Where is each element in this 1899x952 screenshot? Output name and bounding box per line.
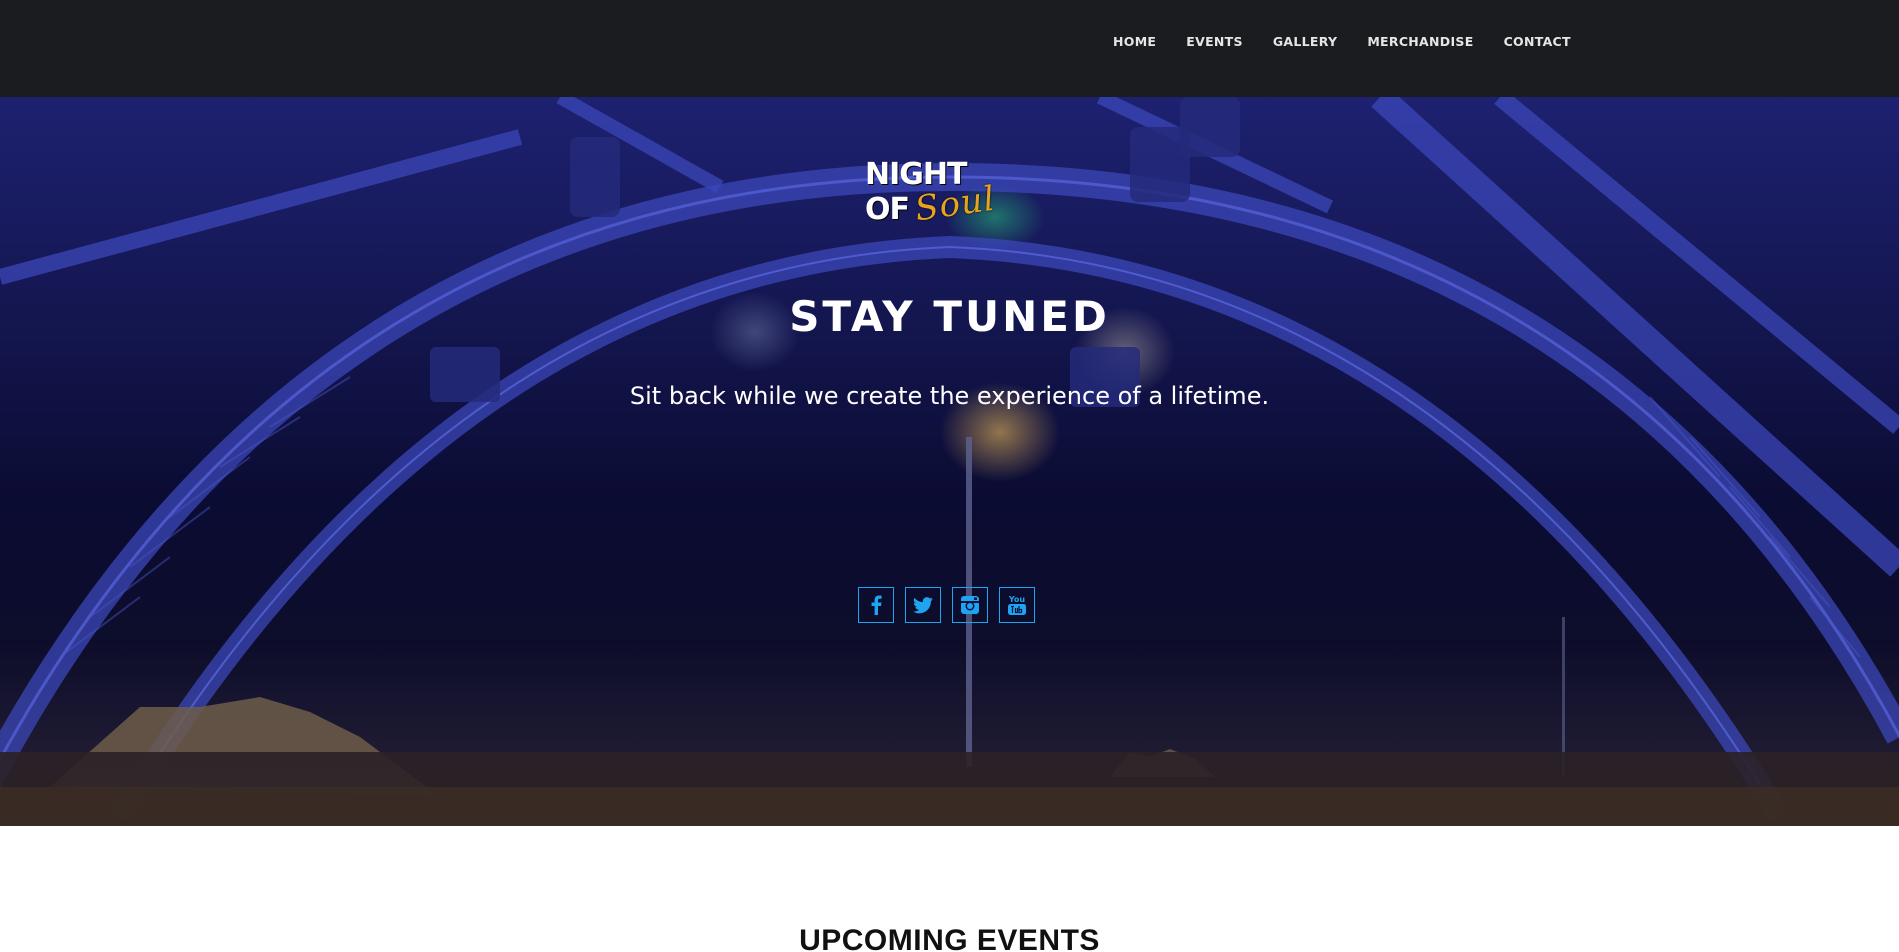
nav-item-events[interactable]: EVENTS <box>1186 34 1243 49</box>
main-nav: HOME EVENTS GALLERY MERCHANDISE CONTACT <box>1113 34 1571 49</box>
top-navbar: HOME EVENTS GALLERY MERCHANDISE CONTACT <box>0 0 1899 97</box>
nav-item-contact[interactable]: CONTACT <box>1504 34 1571 49</box>
social-links: You <box>858 587 1035 623</box>
hero-banner: NIGHT OF Soul STAY TUNED Sit back while … <box>0 97 1899 826</box>
twitter-button[interactable] <box>905 587 941 623</box>
youtube-icon: You <box>1008 595 1026 615</box>
instagram-button[interactable] <box>952 587 988 623</box>
nav-item-merchandise[interactable]: MERCHANDISE <box>1367 34 1473 49</box>
hero-title: STAY TUNED <box>789 292 1110 341</box>
twitter-icon <box>913 596 933 613</box>
youtube-icon-label: You <box>1008 595 1026 604</box>
nav-item-gallery[interactable]: GALLERY <box>1273 34 1338 49</box>
site-logo[interactable]: NIGHT OF Soul <box>855 157 1015 229</box>
hero-subtitle: Sit back while we create the experience … <box>629 382 1270 410</box>
nav-item-home[interactable]: HOME <box>1113 34 1156 49</box>
youtube-button[interactable]: You <box>999 587 1035 623</box>
instagram-icon <box>961 596 979 614</box>
facebook-button[interactable] <box>858 587 894 623</box>
upcoming-events-heading: UPCOMING EVENTS <box>799 924 1100 952</box>
facebook-icon <box>871 595 882 615</box>
